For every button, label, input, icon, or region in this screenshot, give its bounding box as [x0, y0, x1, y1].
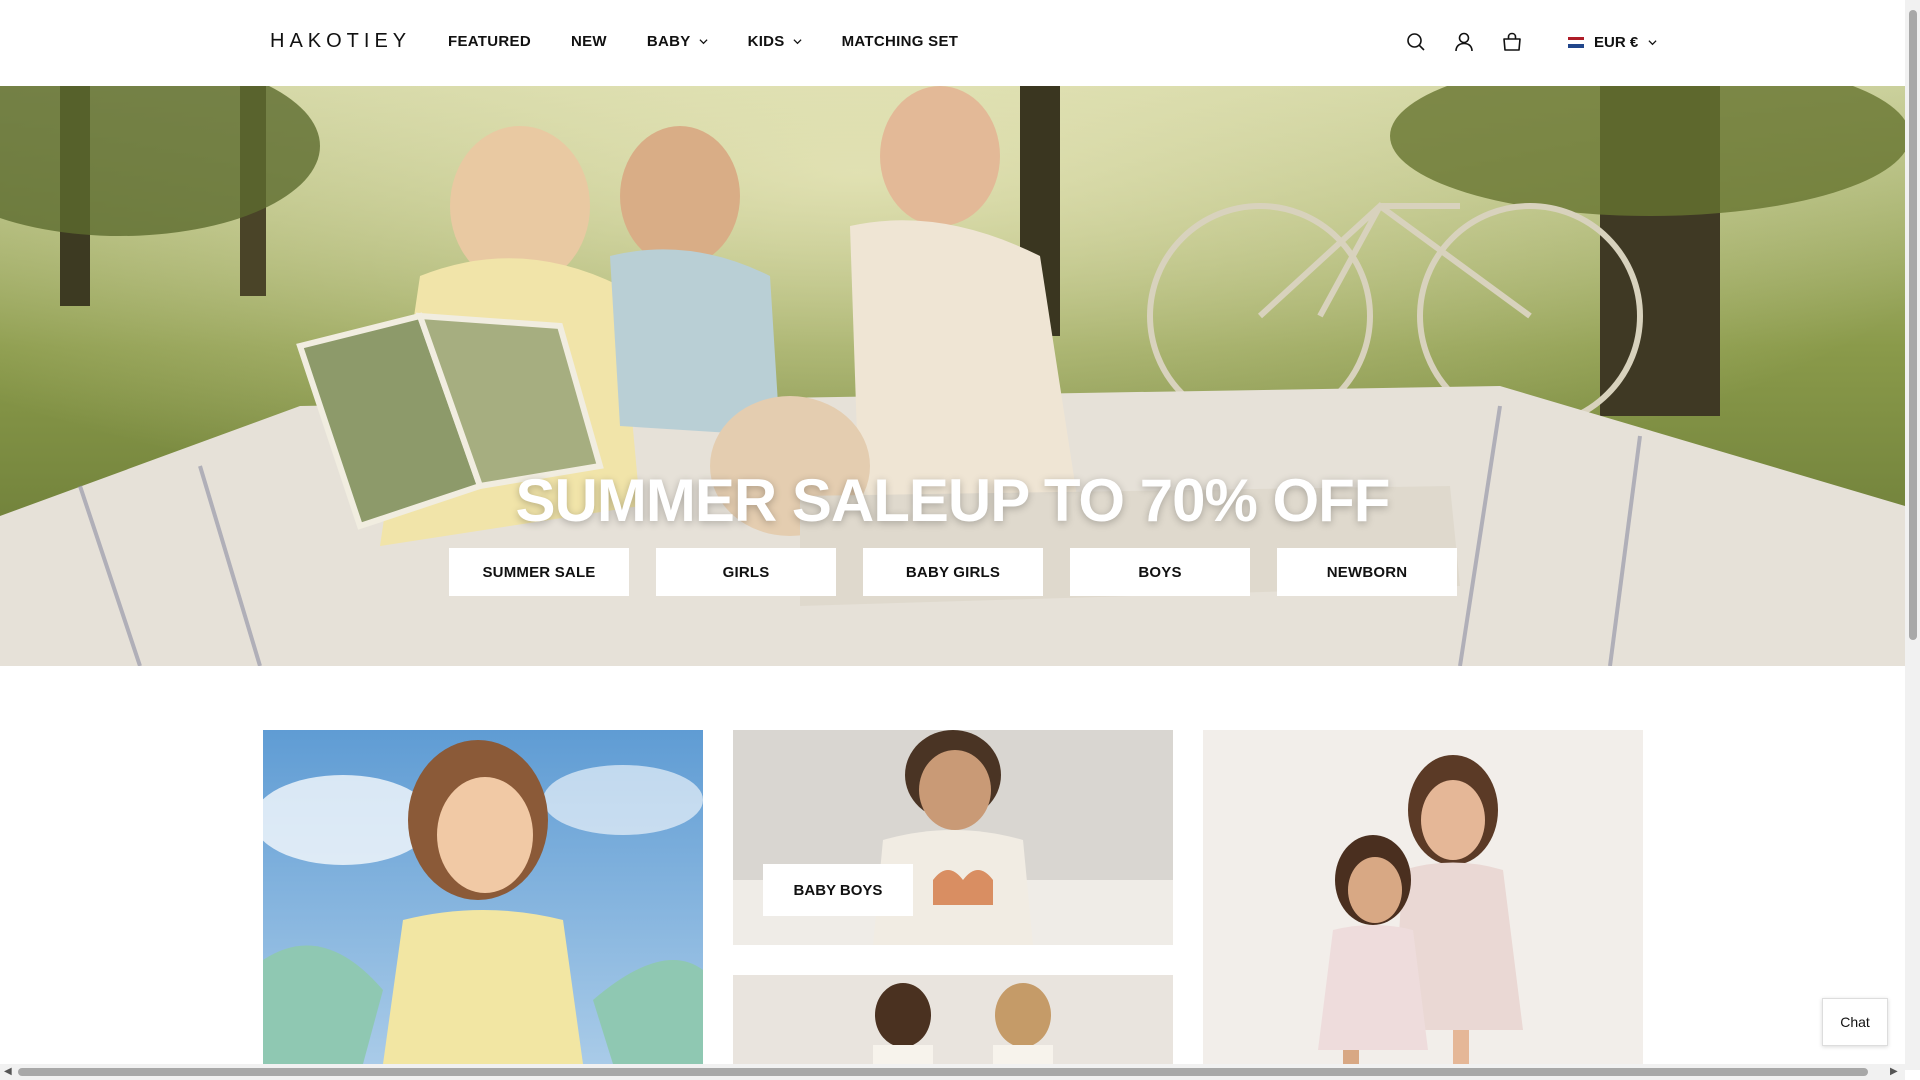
collection-tile-girls-dresses[interactable] [733, 975, 1173, 1064]
horizontal-scrollbar-thumb[interactable] [18, 1068, 1868, 1076]
site-header: HAKOTIEY FEATURED NEW BABY KIDS MATCHING… [0, 0, 1905, 87]
scroll-right-arrow-icon[interactable]: ▶ [1890, 1066, 1898, 1077]
nav-matching-set-label: MATCHING SET [841, 33, 959, 50]
currency-selector[interactable]: EUR € [1568, 34, 1657, 51]
nav-matching-set[interactable]: MATCHING SET [842, 33, 959, 50]
nav-new-label: NEW [570, 33, 607, 50]
chevron-down-icon [1648, 39, 1657, 45]
chevron-down-icon [793, 39, 802, 45]
chat-button[interactable]: Chat [1822, 998, 1888, 1046]
hero-banner: SUMMER SALEUP TO 70% OFF SUMMER SALE GIR… [0, 86, 1905, 666]
cart-icon[interactable] [1500, 30, 1524, 54]
collection-tile-baby-boys[interactable]: BABY BOYS [733, 730, 1173, 945]
vertical-scrollbar[interactable] [1905, 0, 1920, 1070]
baby-boys-button[interactable]: BABY BOYS [763, 864, 913, 916]
netherlands-flag-icon [1568, 36, 1584, 48]
nav-kids-label: KIDS [747, 33, 785, 50]
nav-baby[interactable]: BABY [647, 33, 708, 50]
currency-label: EUR € [1594, 33, 1639, 51]
search-icon[interactable] [1404, 30, 1428, 54]
horizontal-scrollbar[interactable]: ◀ ▶ [0, 1064, 1905, 1080]
main-nav: FEATURED NEW BABY KIDS MATCHING SET [448, 33, 998, 50]
vertical-scrollbar-thumb[interactable] [1909, 10, 1917, 640]
girl-yellow-dress-image [263, 730, 703, 1064]
header-actions: EUR € [1404, 30, 1657, 54]
boys-button[interactable]: BOYS [1070, 548, 1250, 596]
newborn-button[interactable]: NEWBORN [1277, 548, 1457, 596]
hero-category-buttons: SUMMER SALE GIRLS BABY GIRLS BOYS NEWBOR… [449, 548, 1484, 596]
sisters-image [1203, 730, 1643, 1064]
scroll-left-arrow-icon[interactable]: ◀ [4, 1066, 12, 1077]
nav-kids[interactable]: KIDS [748, 33, 802, 50]
collection-tile-girl-yellow-dress[interactable] [263, 730, 703, 1064]
nav-new[interactable]: NEW [571, 33, 607, 50]
chat-label: Chat [1840, 1014, 1870, 1030]
nav-baby-label: BABY [646, 33, 691, 50]
account-icon[interactable] [1452, 30, 1476, 54]
nav-featured-label: FEATURED [448, 33, 531, 50]
girls-button[interactable]: GIRLS [656, 548, 836, 596]
girls-dresses-image [733, 975, 1173, 1064]
summer-sale-button[interactable]: SUMMER SALE [449, 548, 629, 596]
nav-featured[interactable]: FEATURED [448, 33, 531, 50]
collection-tile-sisters[interactable] [1203, 730, 1643, 1064]
site-logo[interactable]: HAKOTIEY [270, 30, 411, 53]
hero-title: SUMMER SALEUP TO 70% OFF [515, 467, 1391, 534]
baby-girls-button[interactable]: BABY GIRLS [863, 548, 1043, 596]
chevron-down-icon [699, 39, 708, 45]
